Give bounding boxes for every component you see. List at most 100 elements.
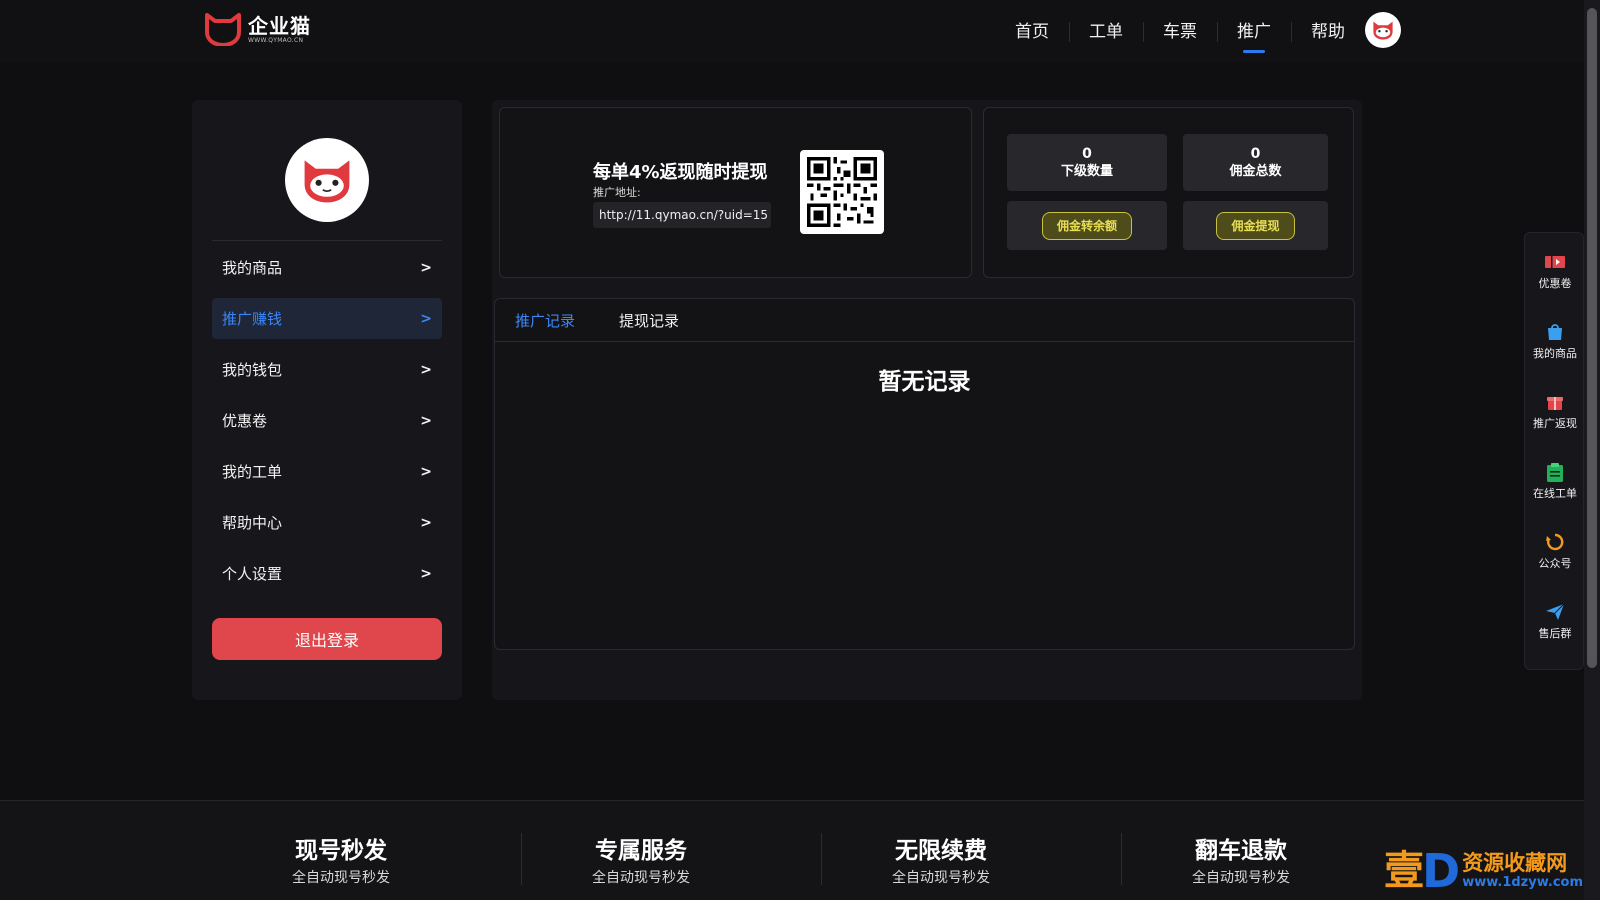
logo-name: 企业猫 — [248, 13, 311, 38]
sidebar-item-settings[interactable]: 个人设置 > — [212, 553, 442, 594]
nav-help[interactable]: 帮助 — [1291, 0, 1365, 62]
quick-online-ticket[interactable]: 在线工单 — [1525, 461, 1585, 501]
feature-instant-delivery: 现号秒发 全自动现号秒发 — [231, 831, 451, 887]
nav-train-tickets[interactable]: 车票 — [1143, 0, 1217, 62]
feature-title: 翻车退款 — [1195, 838, 1287, 864]
tab-promotion-records[interactable]: 推广记录 — [515, 310, 575, 331]
watermark-name: 资源收藏网 — [1462, 851, 1568, 875]
logout-button[interactable]: 退出登录 — [212, 618, 442, 660]
footer-features: 现号秒发 全自动现号秒发 专属服务 全自动现号秒发 无限续费 全自动现号秒发 翻… — [0, 800, 1584, 900]
qr-code — [800, 150, 884, 234]
cat-logo-icon — [205, 13, 241, 46]
sub-count-value: 0 — [1082, 145, 1092, 162]
feature-divider — [521, 833, 522, 885]
sidebar-item-label: 个人设置 — [222, 565, 283, 583]
to-balance-box: 佣金转余额 — [1007, 201, 1167, 250]
logo[interactable]: 企业猫 WWW.QYMAO.CN — [203, 12, 311, 46]
sidebar-item-my-tickets[interactable]: 我的工单 > — [212, 451, 442, 492]
chevron-right-icon: > — [420, 361, 432, 378]
sidebar-item-wallet[interactable]: 我的钱包 > — [212, 349, 442, 390]
commission-to-balance-button[interactable]: 佣金转余额 — [1041, 211, 1132, 240]
sidebar-item-coupons[interactable]: 优惠卷 > — [212, 400, 442, 441]
commission-total-stat: 0 佣金总数 — [1183, 134, 1328, 191]
watermark-char: 壹 — [1384, 848, 1424, 894]
main-content: 每单4%返现随时提现 推广地址: http://11.qymao.cn/?uid… — [492, 100, 1362, 700]
sidebar-item-label: 我的商品 — [222, 259, 283, 277]
page-scrollbar[interactable] — [1584, 0, 1600, 900]
chevron-right-icon: > — [420, 412, 432, 429]
send-icon — [1544, 601, 1566, 623]
nav-home[interactable]: 首页 — [995, 0, 1069, 62]
sidebar-item-my-products[interactable]: 我的商品 > — [212, 247, 442, 288]
coupon-icon — [1544, 251, 1566, 273]
sidebar-item-label: 我的工单 — [222, 463, 283, 481]
sidebar-menu: 我的商品 > 推广赚钱 > 我的钱包 > 优惠卷 > 我的工单 > 帮助中心 >… — [212, 247, 442, 604]
feature-divider — [1121, 833, 1122, 885]
watermark-url: www.1dzyw.com — [1462, 875, 1584, 890]
feature-title: 无限续费 — [895, 838, 987, 864]
feature-subtitle: 全自动现号秒发 — [592, 870, 690, 886]
quick-my-products-label: 我的商品 — [1533, 347, 1577, 360]
feature-subtitle: 全自动现号秒发 — [892, 870, 990, 886]
chevron-right-icon: > — [420, 514, 432, 531]
feature-unlimited-renewal: 无限续费 全自动现号秒发 — [831, 831, 1051, 887]
records-panel: 推广记录 提现记录 暂无记录 — [494, 298, 1355, 650]
commission-total-label: 佣金总数 — [1229, 163, 1282, 179]
chevron-right-icon: > — [420, 310, 432, 327]
empty-state: 暂无记录 — [878, 369, 971, 395]
clipboard-icon — [1544, 461, 1566, 483]
user-avatar[interactable] — [1365, 12, 1401, 48]
scrollbar-thumb[interactable] — [1587, 8, 1597, 668]
quick-promo-cashback[interactable]: 推广返现 — [1525, 391, 1585, 431]
sidebar-item-promote-earn[interactable]: 推广赚钱 > — [212, 298, 442, 339]
tab-withdraw-records[interactable]: 提现记录 — [619, 310, 679, 331]
feature-divider — [821, 833, 822, 885]
stats-card: 0 下级数量 0 佣金总数 佣金转余额 佣金提现 — [983, 107, 1354, 278]
commission-withdraw-button[interactable]: 佣金提现 — [1216, 211, 1295, 240]
promo-address-label: 推广地址: — [593, 186, 641, 199]
sidebar-item-help-center[interactable]: 帮助中心 > — [212, 502, 442, 543]
quick-official-account[interactable]: 公众号 — [1525, 531, 1585, 571]
main-nav: 首页 工单 车票 推广 帮助 — [995, 0, 1365, 62]
sidebar-item-label: 推广赚钱 — [222, 310, 283, 328]
quick-promo-cashback-label: 推广返现 — [1533, 417, 1577, 430]
refresh-icon — [1544, 531, 1566, 553]
promo-card: 每单4%返现随时提现 推广地址: http://11.qymao.cn/?uid… — [499, 107, 972, 278]
profile-avatar[interactable] — [285, 138, 369, 222]
feature-exclusive-service: 专属服务 全自动现号秒发 — [531, 831, 751, 887]
feature-subtitle: 全自动现号秒发 — [1192, 870, 1290, 886]
gift-icon — [1544, 391, 1566, 413]
commission-total-value: 0 — [1250, 145, 1261, 162]
quick-coupons[interactable]: 优惠卷 — [1525, 251, 1585, 291]
feature-title: 现号秒发 — [295, 838, 387, 864]
feature-subtitle: 全自动现号秒发 — [292, 870, 390, 886]
bag-icon — [1544, 321, 1566, 343]
promo-address-field[interactable]: http://11.qymao.cn/?uid=15 — [593, 202, 771, 228]
chevron-right-icon: > — [420, 463, 432, 480]
nav-promotion[interactable]: 推广 — [1217, 0, 1291, 62]
quick-online-ticket-label: 在线工单 — [1533, 487, 1577, 500]
withdraw-box: 佣金提现 — [1183, 201, 1328, 250]
top-header: 企业猫 WWW.QYMAO.CN 首页 工单 车票 推广 帮助 — [0, 0, 1600, 62]
logo-url: WWW.QYMAO.CN — [248, 36, 304, 44]
cat-avatar-icon — [1373, 21, 1393, 40]
feature-title: 专属服务 — [595, 838, 687, 864]
sidebar-divider — [212, 240, 442, 241]
cat-avatar-icon — [304, 160, 350, 203]
quick-official-account-label: 公众号 — [1538, 557, 1572, 570]
quick-access-bar: 优惠卷 我的商品 推广返现 在线工单 公众号 售后群 — [1524, 232, 1584, 670]
chevron-right-icon: > — [420, 259, 432, 276]
sub-count-stat: 0 下级数量 — [1007, 134, 1167, 191]
promo-title: 每单4%返现随时提现 — [593, 162, 768, 183]
feature-refund: 翻车退款 全自动现号秒发 — [1131, 831, 1351, 887]
sidebar-item-label: 优惠卷 — [222, 412, 268, 430]
quick-after-sales-group-label: 售后群 — [1538, 627, 1572, 640]
quick-my-products[interactable]: 我的商品 — [1525, 321, 1585, 361]
chevron-right-icon: > — [420, 565, 432, 582]
records-tabs: 推广记录 提现记录 — [495, 299, 1354, 342]
quick-after-sales-group[interactable]: 售后群 — [1525, 601, 1585, 641]
nav-tickets[interactable]: 工单 — [1069, 0, 1143, 62]
watermark-letter: D — [1422, 844, 1461, 898]
sidebar: 我的商品 > 推广赚钱 > 我的钱包 > 优惠卷 > 我的工单 > 帮助中心 >… — [192, 100, 462, 700]
sidebar-item-label: 我的钱包 — [222, 361, 283, 379]
